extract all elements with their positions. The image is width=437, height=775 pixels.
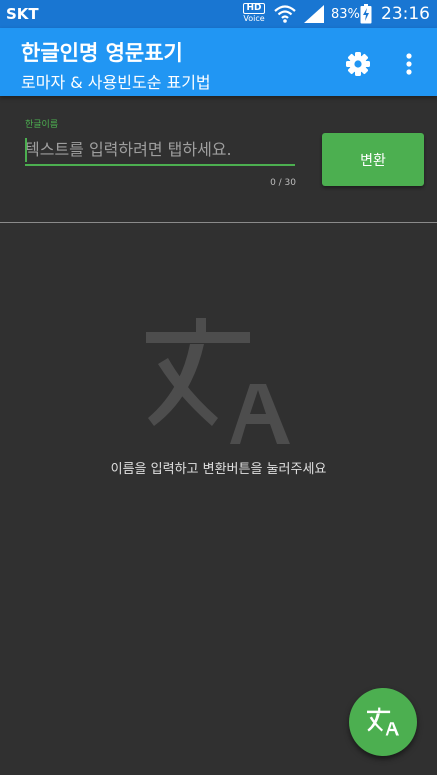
gear-icon [346, 52, 370, 76]
battery-charging-icon [360, 4, 372, 24]
clock: 23:16 [381, 4, 430, 24]
voice-label: Voice [243, 14, 265, 23]
character-counter: 0 / 30 [270, 178, 296, 188]
name-input[interactable] [25, 134, 295, 166]
app-title: 한글인명 영문표기 [21, 41, 183, 65]
text-cursor [25, 138, 27, 162]
battery-percent: 83% [331, 7, 360, 22]
signal-icon [304, 5, 324, 23]
translate-icon [146, 318, 290, 444]
hd-voice-icon: HD Voice [243, 3, 265, 23]
name-input-label: 한글이름 [25, 120, 59, 130]
translate-fab[interactable] [349, 688, 417, 756]
hd-label: HD [243, 3, 265, 14]
more-vert-icon [406, 53, 412, 75]
app-bar: 한글인명 영문표기 로마자 & 사용빈도순 표기법 [0, 28, 437, 96]
section-divider [0, 222, 437, 223]
settings-button[interactable] [342, 48, 374, 80]
app-subtitle: 로마자 & 사용빈도순 표기법 [21, 73, 211, 92]
empty-state-message: 이름을 입력하고 변환버튼을 눌러주세요 [110, 462, 327, 477]
convert-button[interactable]: 변환 [322, 133, 424, 186]
translate-icon [367, 707, 399, 736]
overflow-menu-button[interactable] [398, 48, 420, 80]
carrier-label: SKT [6, 5, 39, 23]
wifi-icon [274, 5, 296, 23]
status-bar: SKT HD Voice 83% 23:16 [0, 0, 437, 28]
